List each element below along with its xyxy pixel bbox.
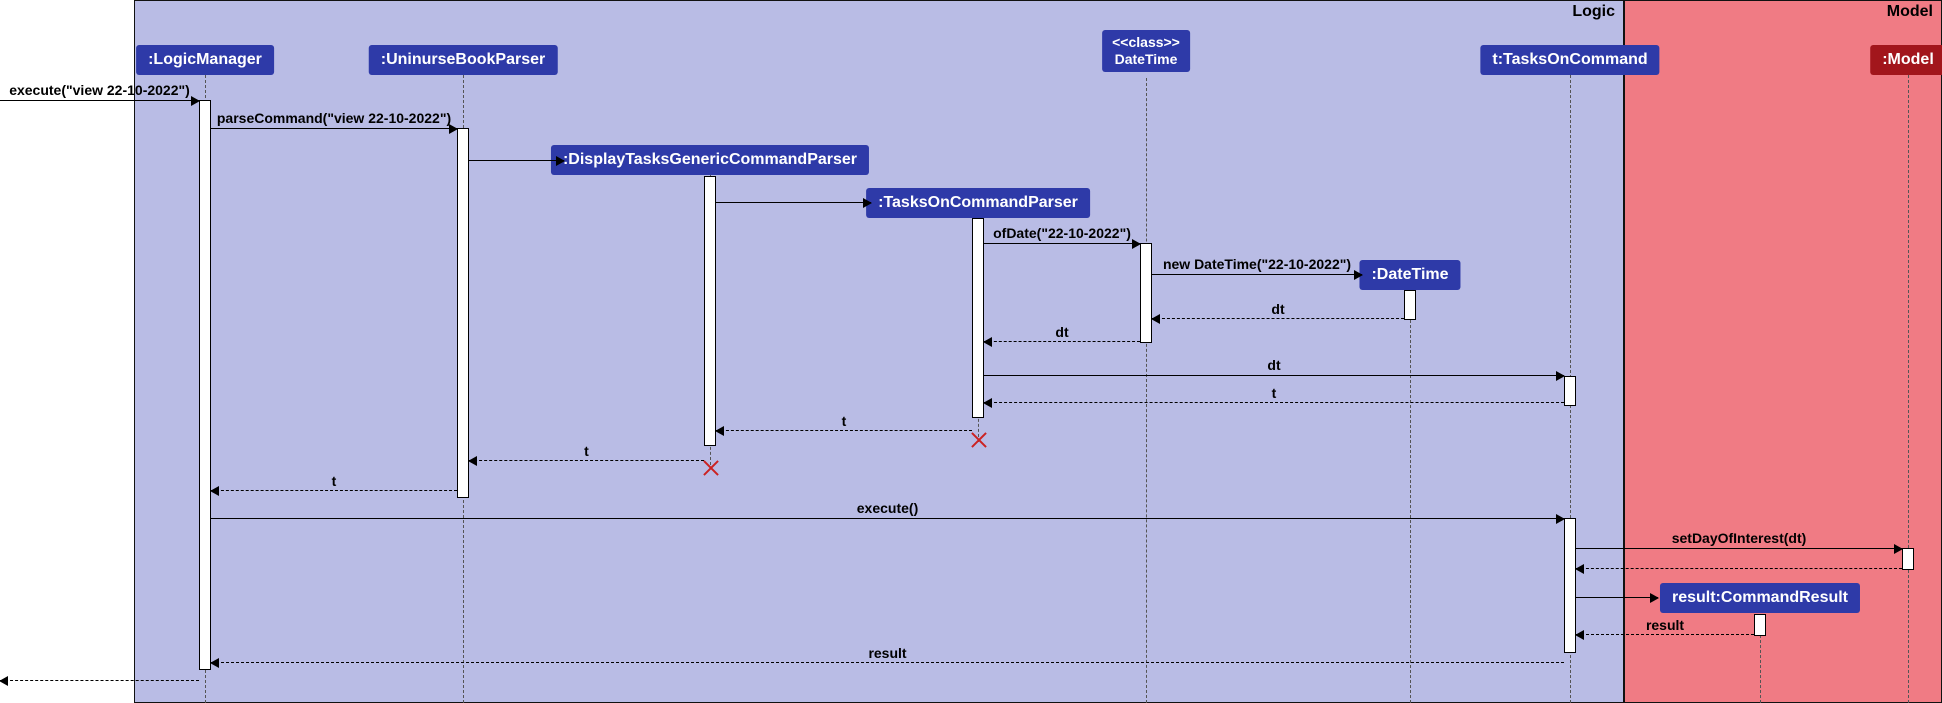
msg-of-date: ofDate("22-10-2022") (984, 243, 1140, 244)
msg-return-t-2-label: t (842, 413, 847, 429)
destroy-display-parser (700, 458, 720, 478)
msg-return-dt-1: dt (1152, 318, 1404, 319)
activation-display-parser (704, 176, 716, 446)
msg-dt-to-command: dt (984, 375, 1564, 376)
activation-tasks-on-command-create (1564, 376, 1576, 406)
msg-of-date-label: ofDate("22-10-2022") (993, 225, 1131, 241)
activation-datetime-class (1140, 243, 1152, 343)
msg-parse-command-label: parseCommand("view 22-10-2022") (217, 110, 451, 126)
msg-return-t-3-label: t (584, 443, 589, 459)
participant-tasks-on-parser: :TasksOnCommandParser (866, 188, 1090, 218)
msg-return-result-2-label: result (868, 645, 906, 661)
msg-new-datetime-label: new DateTime("22-10-2022") (1163, 256, 1351, 272)
msg-return-dt-1-label: dt (1271, 301, 1284, 317)
msg-create-display-parser (469, 160, 564, 161)
participant-model: :Model (1870, 45, 1942, 75)
msg-execute-view-label: execute("view 22-10-2022") (9, 82, 190, 98)
activation-tasks-on-parser (972, 218, 984, 418)
participant-logic-manager: :LogicManager (136, 45, 274, 75)
participant-datetime-instance: :DateTime (1359, 260, 1460, 290)
sequence-diagram: Logic Model :LogicManager :UninurseBookP… (0, 0, 1942, 703)
msg-return-t-3: t (469, 460, 704, 461)
participant-tasks-on-command: t:TasksOnCommand (1480, 45, 1659, 75)
lifeline-model (1908, 70, 1909, 703)
msg-return-result-2: result (211, 662, 1564, 663)
activation-datetime-instance (1404, 290, 1416, 320)
destroy-tasks-on-parser (968, 430, 988, 450)
participant-uninurse-parser: :UninurseBookParser (369, 45, 558, 75)
msg-execute: execute() (211, 518, 1564, 519)
msg-return-final (0, 680, 199, 681)
datetime-class-name: DateTime (1115, 51, 1178, 67)
msg-return-dt-2-label: dt (1055, 324, 1068, 340)
msg-return-from-model (1576, 568, 1902, 569)
participant-datetime-class: <<class>> DateTime (1102, 30, 1190, 72)
msg-create-command-result (1576, 597, 1658, 598)
msg-return-dt-2: dt (984, 341, 1140, 342)
msg-return-t-4-label: t (332, 473, 337, 489)
logic-frame: Logic (134, 0, 1624, 703)
msg-parse-command: parseCommand("view 22-10-2022") (211, 128, 457, 129)
participant-command-result: result:CommandResult (1660, 583, 1860, 613)
msg-execute-view: execute("view 22-10-2022") (0, 100, 199, 101)
model-frame-label: Model (1887, 3, 1933, 21)
logic-frame-label: Logic (1572, 3, 1615, 21)
msg-set-day-of-interest: setDayOfInterest(dt) (1576, 548, 1902, 549)
datetime-class-stereotype: <<class>> (1112, 34, 1180, 50)
participant-display-parser: :DisplayTasksGenericCommandParser (551, 145, 869, 175)
msg-dt-to-command-label: dt (1267, 357, 1280, 373)
activation-command-result (1754, 614, 1766, 636)
activation-logic-manager (199, 100, 211, 670)
msg-new-datetime: new DateTime("22-10-2022") (1152, 274, 1362, 275)
lifeline-datetime-instance (1410, 285, 1411, 703)
activation-uninurse-parser (457, 128, 469, 498)
lifeline-datetime-class (1146, 78, 1147, 703)
msg-return-t-1: t (984, 402, 1564, 403)
msg-return-result-1: result (1576, 634, 1754, 635)
msg-return-result-1-label: result (1646, 617, 1684, 633)
msg-return-t-2: t (716, 430, 972, 431)
msg-execute-label: execute() (857, 500, 918, 516)
msg-return-t-4: t (211, 490, 457, 491)
msg-set-day-of-interest-label: setDayOfInterest(dt) (1672, 530, 1807, 546)
msg-return-t-1-label: t (1272, 385, 1277, 401)
msg-create-tasks-on-parser (716, 202, 871, 203)
activation-model (1902, 548, 1914, 570)
